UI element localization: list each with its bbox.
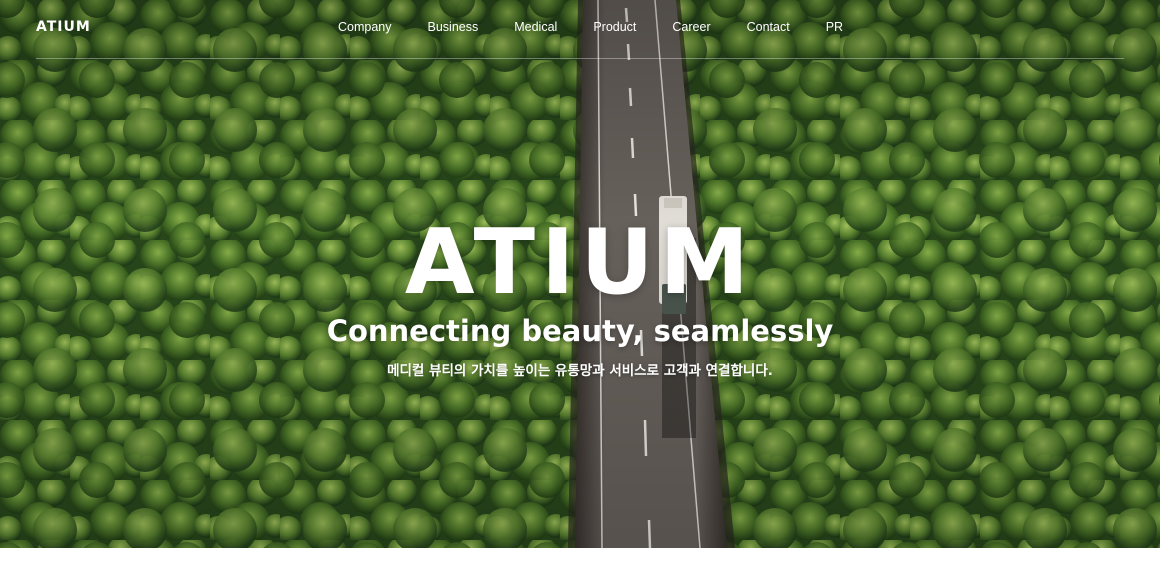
nav-item-pr[interactable]: PR: [826, 20, 843, 34]
nav-item-career[interactable]: Career: [672, 20, 710, 34]
hero-tagline: Connecting beauty, seamlessly: [326, 314, 834, 348]
nav-item-medical[interactable]: Medical: [514, 20, 557, 34]
hero-section: ATIUM Company Business Medical Product C…: [0, 0, 1160, 548]
nav-item-business[interactable]: Business: [428, 20, 479, 34]
header-divider: [36, 58, 1124, 59]
hero-subtitle: 메디컬 뷰티의 가치를 높이는 유통망과 서비스로 고객과 연결합니다.: [387, 363, 773, 379]
logo[interactable]: ATIUM: [36, 19, 91, 35]
nav-item-contact[interactable]: Contact: [747, 20, 790, 34]
site-header: ATIUM Company Business Medical Product C…: [0, 0, 1160, 59]
nav-item-product[interactable]: Product: [593, 20, 636, 34]
nav-item-company[interactable]: Company: [338, 20, 392, 34]
hero-brand-title: ATIUM: [404, 210, 756, 315]
main-nav: Company Business Medical Product Career …: [338, 20, 879, 34]
